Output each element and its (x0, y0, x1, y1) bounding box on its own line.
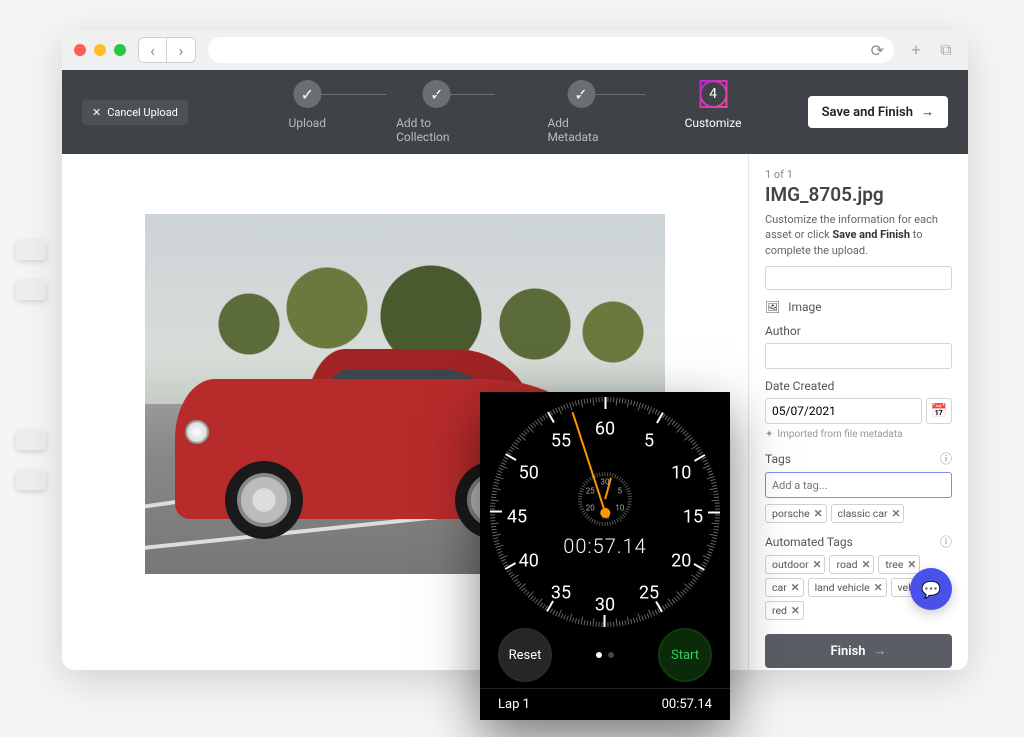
tag-chip[interactable]: outdoor ✕ (765, 555, 825, 574)
close-window-icon[interactable] (74, 44, 86, 56)
elapsed-time: 00:57.14 (563, 534, 647, 558)
tags-list: porsche ✕classic car ✕ (765, 504, 952, 523)
step-label: Upload (289, 116, 327, 130)
help-text: Customize the information for each asset… (765, 212, 952, 258)
step-active-icon: 4 (699, 80, 727, 108)
cancel-upload-label: Cancel Upload (107, 106, 178, 119)
tag-chip[interactable]: porsche ✕ (765, 504, 827, 523)
filename: IMG_8705.jpg (765, 183, 952, 206)
finish-button[interactable]: Finish → (765, 634, 952, 668)
remove-tag-icon[interactable]: ✕ (862, 558, 871, 571)
remove-tag-icon[interactable]: ✕ (814, 507, 823, 520)
cancel-upload-button[interactable]: ✕ Cancel Upload (82, 100, 188, 125)
step-label: Add to Collection (396, 116, 477, 144)
wand-icon: ✦ (765, 429, 773, 440)
reset-button[interactable]: Reset (498, 628, 552, 682)
step-label: Add Metadata (547, 116, 614, 144)
step-customize[interactable]: 4 Customize (685, 80, 742, 144)
remove-tag-icon[interactable]: ✕ (892, 507, 901, 520)
stopwatch-dial: 60510152025303540455055 30510152025 00:5… (490, 402, 720, 622)
author-input[interactable] (765, 343, 952, 369)
tags-input[interactable] (765, 472, 952, 498)
back-button[interactable]: ‹ (139, 38, 167, 62)
remove-tag-icon[interactable]: ✕ (813, 558, 822, 571)
date-created-input[interactable] (765, 398, 922, 424)
close-icon: ✕ (92, 106, 101, 119)
tag-chip[interactable]: tree ✕ (878, 555, 920, 574)
chat-icon: 💬 (921, 580, 941, 599)
chat-fab[interactable]: 💬 (910, 568, 952, 610)
date-created-label: Date Created (765, 379, 952, 393)
calendar-button[interactable]: 📅 (926, 398, 952, 424)
remove-tag-icon[interactable]: ✕ (874, 581, 883, 594)
tabs-icon[interactable]: ⧉ (936, 40, 956, 60)
asset-counter: 1 of 1 (765, 168, 952, 181)
info-icon[interactable]: ⓘ (940, 533, 952, 550)
info-icon[interactable]: ⓘ (940, 450, 952, 467)
tag-chip[interactable]: classic car ✕ (831, 504, 905, 523)
reload-icon[interactable]: ⟳ (871, 41, 884, 60)
step-label: Customize (685, 116, 742, 130)
remove-tag-icon[interactable]: ✕ (907, 558, 916, 571)
new-tab-icon[interactable]: + (906, 40, 926, 60)
stepper: ✓ Upload ✓ Add to Collection ✓ Add Metad… (289, 80, 742, 144)
tag-chip[interactable]: red ✕ (765, 601, 804, 620)
browser-chrome: ‹ › ⟳ + ⧉ (62, 30, 968, 70)
remove-tag-icon[interactable]: ✕ (791, 604, 800, 617)
description-input[interactable] (765, 266, 952, 290)
author-label: Author (765, 324, 952, 338)
start-button[interactable]: Start (658, 628, 712, 682)
remove-tag-icon[interactable]: ✕ (791, 581, 800, 594)
lap-time: 00:57.14 (662, 697, 712, 712)
lap-row: Lap 1 00:57.14 (480, 688, 730, 720)
arrow-right-icon: → (921, 104, 934, 120)
step-add-metadata[interactable]: ✓ Add Metadata (547, 80, 614, 144)
stopwatch-controls: Reset Start (480, 622, 730, 688)
url-bar[interactable]: ⟳ (208, 37, 894, 63)
image-type-label: Image (788, 300, 821, 314)
nav-buttons: ‹ › (138, 37, 196, 63)
tag-chip[interactable]: car ✕ (765, 578, 804, 597)
tag-chip[interactable]: road ✕ (829, 555, 874, 574)
stopwatch-window: 60510152025303540455055 30510152025 00:5… (480, 392, 730, 720)
step-add-collection[interactable]: ✓ Add to Collection (396, 80, 477, 144)
step-upload[interactable]: ✓ Upload (289, 80, 327, 144)
lap-label: Lap 1 (498, 697, 530, 712)
page-dots[interactable] (596, 652, 614, 658)
image-icon: 🖼 (765, 300, 780, 314)
browser-actions: + ⧉ (906, 40, 956, 60)
app-header: ✕ Cancel Upload ✓ Upload ✓ Add to Collec… (62, 70, 968, 154)
maximize-window-icon[interactable] (114, 44, 126, 56)
image-type-row: 🖼 Image (765, 300, 952, 314)
tags-label: Tags ⓘ (765, 450, 952, 467)
save-finish-label: Save and Finish (822, 105, 913, 120)
forward-button[interactable]: › (167, 38, 195, 62)
finish-label: Finish (830, 644, 865, 659)
minimize-window-icon[interactable] (94, 44, 106, 56)
metadata-hint: ✦ Imported from file metadata (765, 429, 952, 440)
arrow-right-icon: → (874, 643, 887, 659)
save-and-finish-button[interactable]: Save and Finish → (808, 96, 948, 128)
tag-chip[interactable]: land vehicle ✕ (808, 578, 887, 597)
calendar-icon: 📅 (931, 404, 948, 419)
traffic-lights (74, 44, 126, 56)
automated-tags-label: Automated Tags ⓘ (765, 533, 952, 550)
